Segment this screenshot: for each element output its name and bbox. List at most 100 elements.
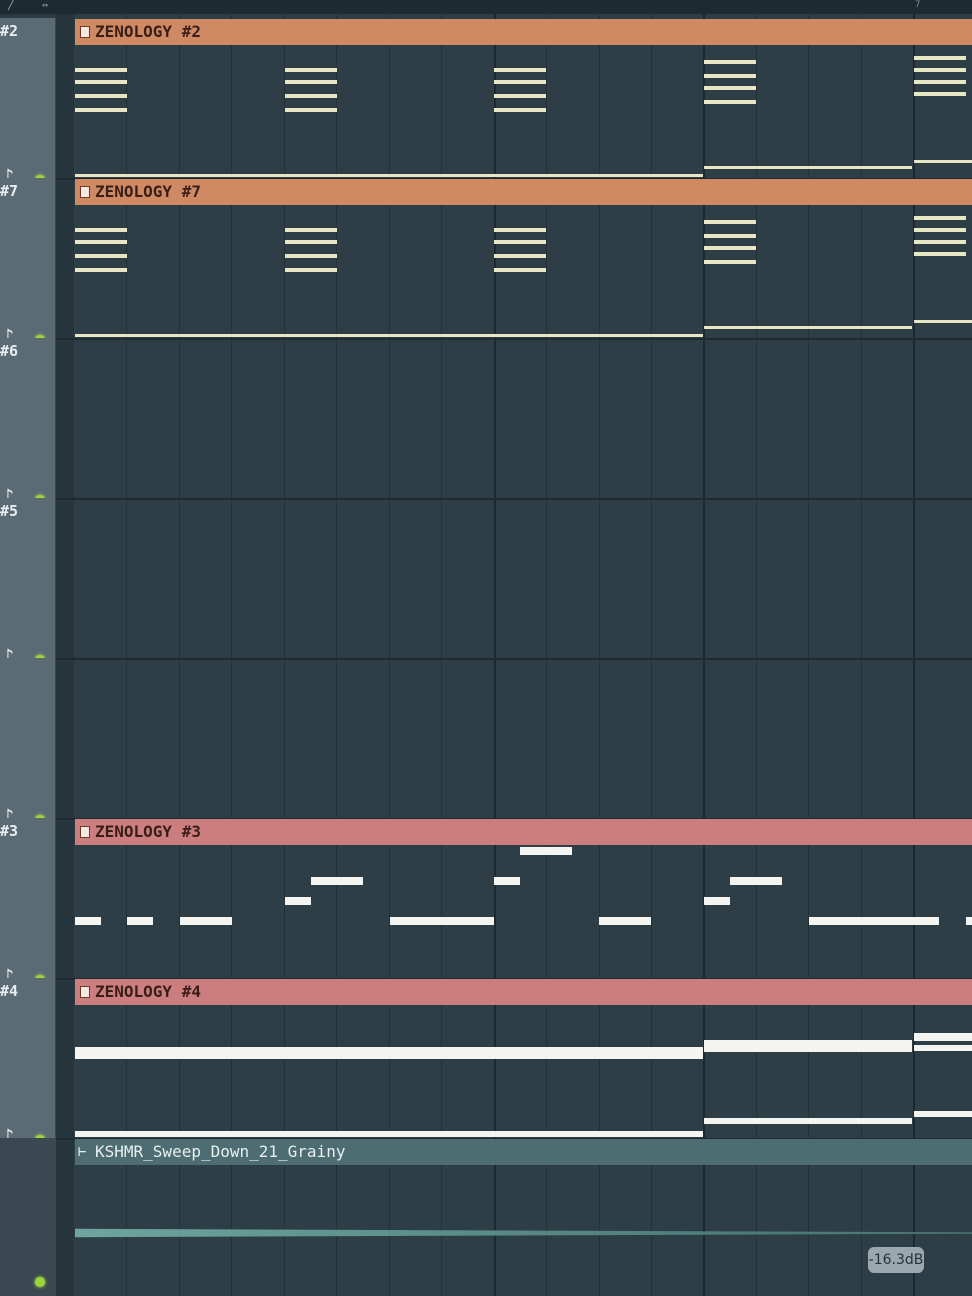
- note[interactable]: [494, 80, 546, 84]
- note[interactable]: [809, 917, 939, 925]
- note[interactable]: [494, 108, 546, 112]
- note[interactable]: [494, 94, 546, 98]
- note[interactable]: [914, 320, 972, 323]
- clip-menu-icon[interactable]: [80, 826, 90, 838]
- grid-line: [546, 14, 547, 1296]
- note[interactable]: [914, 92, 966, 96]
- note[interactable]: [494, 254, 546, 258]
- note[interactable]: [494, 240, 546, 244]
- track-header-audio[interactable]: [0, 1138, 56, 1296]
- note[interactable]: [75, 174, 703, 177]
- note[interactable]: [704, 897, 730, 905]
- note[interactable]: [914, 68, 966, 72]
- note[interactable]: [914, 240, 966, 244]
- note[interactable]: [75, 334, 703, 337]
- note[interactable]: [599, 917, 651, 925]
- note[interactable]: [704, 166, 912, 169]
- note[interactable]: [75, 917, 101, 925]
- note[interactable]: [285, 268, 337, 272]
- grid-line: [179, 14, 180, 1296]
- note[interactable]: [704, 1118, 912, 1124]
- note[interactable]: [180, 917, 232, 925]
- clip-title: ZENOLOGY #2: [95, 22, 201, 41]
- note[interactable]: [704, 74, 756, 78]
- track-header-6[interactable]: #6 ♪: [0, 338, 56, 506]
- pattern-clip-zenology-7[interactable]: ZENOLOGY #7: [75, 179, 972, 205]
- clip-title: KSHMR_Sweep_Down_21_Grainy: [95, 1142, 346, 1161]
- note[interactable]: [75, 68, 127, 72]
- note[interactable]: [285, 94, 337, 98]
- note[interactable]: [704, 260, 756, 264]
- note[interactable]: [75, 1047, 703, 1059]
- note[interactable]: [704, 234, 756, 238]
- playlist-window: ╱ ⇔ 7 #2 ♪ #7 ♪ #6 ♪ #5 ♪ ♪ #3 ♪ #4 ♪ ZE…: [0, 0, 972, 1296]
- note[interactable]: [704, 220, 756, 224]
- track-header-blank[interactable]: ♪: [0, 658, 56, 826]
- note[interactable]: [75, 94, 127, 98]
- track-header-3[interactable]: #3 ♪: [0, 818, 56, 986]
- audio-clip-kshmr-sweep[interactable]: ⊢ KSHMR_Sweep_Down_21_Grainy: [75, 1139, 972, 1165]
- note[interactable]: [704, 100, 756, 104]
- audio-clip-icon: ⊢: [78, 1144, 87, 1160]
- note[interactable]: [914, 1033, 972, 1041]
- note[interactable]: [966, 917, 972, 925]
- note[interactable]: [285, 68, 337, 72]
- grid-line: [284, 14, 285, 1296]
- note[interactable]: [494, 68, 546, 72]
- note[interactable]: [730, 877, 782, 885]
- track-header-4[interactable]: #4 ♪: [0, 978, 56, 1146]
- note[interactable]: [285, 240, 337, 244]
- note[interactable]: [285, 254, 337, 258]
- clip-menu-icon[interactable]: [80, 26, 90, 38]
- note[interactable]: [914, 1045, 972, 1051]
- note[interactable]: [75, 240, 127, 244]
- track-header-5[interactable]: #5 ♪: [0, 498, 56, 666]
- note[interactable]: [704, 1040, 912, 1052]
- pattern-clip-zenology-3[interactable]: ZENOLOGY #3: [75, 819, 972, 845]
- grid-line: [599, 14, 600, 1296]
- note[interactable]: [127, 917, 153, 925]
- note[interactable]: [914, 160, 972, 163]
- note[interactable]: [704, 86, 756, 90]
- note[interactable]: [494, 877, 520, 885]
- note[interactable]: [914, 56, 966, 60]
- pattern-clip-zenology-4[interactable]: ZENOLOGY #4: [75, 979, 972, 1005]
- lane-separator: [56, 338, 972, 340]
- note[interactable]: [311, 877, 363, 885]
- note[interactable]: [75, 268, 127, 272]
- clip-menu-icon[interactable]: [80, 186, 90, 198]
- track-header-2[interactable]: #2 ♪: [0, 18, 56, 186]
- pencil-icon[interactable]: ╱: [8, 0, 14, 12]
- note[interactable]: [494, 268, 546, 272]
- track-number: #3: [0, 822, 19, 840]
- note[interactable]: [914, 1111, 972, 1117]
- note[interactable]: [285, 228, 337, 232]
- grid-line: [651, 14, 652, 1296]
- note[interactable]: [704, 60, 756, 64]
- track-header-7[interactable]: #7 ♪: [0, 178, 56, 346]
- note[interactable]: [75, 108, 127, 112]
- clip-menu-icon[interactable]: [80, 986, 90, 998]
- note[interactable]: [285, 108, 337, 112]
- note[interactable]: [914, 80, 966, 84]
- note[interactable]: [704, 326, 912, 329]
- note[interactable]: [494, 228, 546, 232]
- note[interactable]: [285, 897, 311, 905]
- resize-icon[interactable]: ⇔: [42, 0, 48, 12]
- playlist-grid[interactable]: [74, 14, 972, 1296]
- pattern-clip-zenology-2[interactable]: ZENOLOGY #2: [75, 19, 972, 45]
- note[interactable]: [390, 917, 494, 925]
- note[interactable]: [285, 80, 337, 84]
- note[interactable]: [75, 1131, 703, 1137]
- note[interactable]: [75, 254, 127, 258]
- time-marker[interactable]: 7: [915, 0, 920, 10]
- note[interactable]: [914, 228, 966, 232]
- note[interactable]: [914, 252, 966, 256]
- note[interactable]: [704, 246, 756, 250]
- note[interactable]: [520, 847, 572, 855]
- note[interactable]: [914, 216, 966, 220]
- note[interactable]: [75, 228, 127, 232]
- note[interactable]: [75, 80, 127, 84]
- grid-line: [861, 14, 862, 1296]
- track-enabled-led[interactable]: [35, 1277, 45, 1287]
